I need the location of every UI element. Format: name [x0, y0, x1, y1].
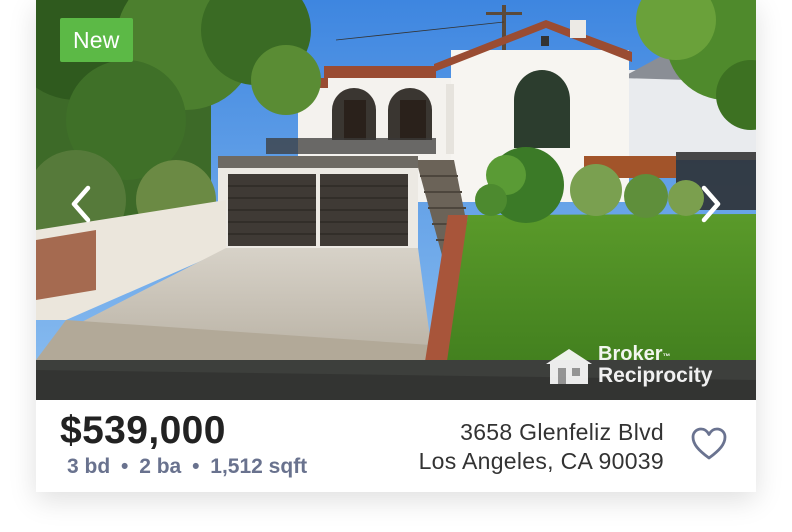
listing-card[interactable]: New Broker™ Reciprocity $539,000 3 bd • …	[36, 0, 756, 492]
trademark-symbol: ™	[662, 352, 671, 361]
address-street: 3658 Glenfeliz Blvd	[460, 419, 664, 445]
separator: •	[121, 455, 129, 478]
listing-specs: 3 bd • 2 ba • 1,512 sqft	[67, 455, 307, 479]
listing-info: $539,000 3 bd • 2 ba • 1,512 sqft 3658 G…	[36, 400, 756, 492]
listing-price: $539,000	[60, 409, 226, 452]
address-city: Los Angeles, CA 90039	[418, 448, 664, 474]
sqft: 1,512 sqft	[210, 455, 308, 478]
listing-photo[interactable]: New Broker™ Reciprocity	[36, 0, 756, 400]
new-badge: New	[60, 18, 133, 62]
watermark-line1: Broker	[598, 343, 663, 365]
separator: •	[192, 455, 200, 478]
chevron-right-icon[interactable]	[690, 182, 730, 226]
heart-outline-icon[interactable]	[690, 426, 728, 462]
listing-address: 3658 Glenfeliz Blvd Los Angeles, CA 9003…	[419, 418, 664, 476]
house-photo	[36, 0, 756, 400]
baths: 2 ba	[139, 455, 182, 478]
watermark-line2: Reciprocity	[598, 364, 713, 387]
beds: 3 bd	[67, 455, 111, 478]
broker-reciprocity-watermark: Broker™ Reciprocity	[544, 344, 740, 386]
chevron-left-icon[interactable]	[62, 182, 102, 226]
house-icon	[546, 349, 592, 384]
